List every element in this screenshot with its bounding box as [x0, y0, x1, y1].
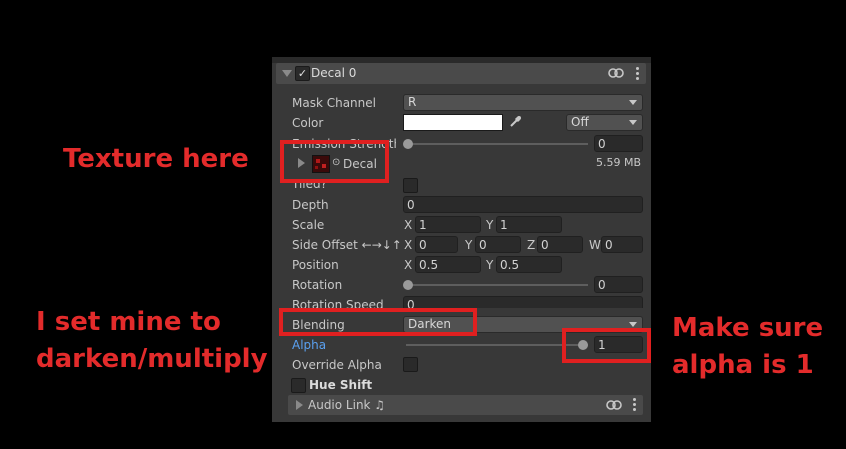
alpha-slider-track[interactable] — [406, 344, 588, 346]
link-icon[interactable] — [606, 400, 622, 410]
alpha-annotation-line1: Make sure — [672, 313, 824, 343]
override-alpha-checkbox[interactable] — [403, 357, 418, 372]
position-x-axis-label: X — [404, 258, 413, 272]
scale-x-field[interactable]: 1 — [415, 216, 481, 233]
hue-shift-label: Hue Shift — [309, 378, 373, 392]
emission-strength-field[interactable]: 0 — [594, 135, 643, 152]
tiled-checkbox[interactable] — [403, 178, 418, 193]
component-title: Decal 0 — [311, 66, 357, 80]
texture-size: 5.59 MB — [596, 156, 642, 169]
color-mode-value: Off — [571, 115, 589, 129]
hue-shift-checkbox[interactable] — [291, 378, 306, 393]
audio-link-foldout-icon[interactable] — [296, 400, 303, 410]
tiled-label: Tiled? — [292, 182, 327, 191]
audio-link-header[interactable]: Audio Link ♫ — [288, 395, 643, 415]
depth-field[interactable]: 0 — [403, 196, 643, 213]
emission-strength-slider-thumb[interactable] — [403, 139, 413, 149]
scale-label: Scale — [292, 218, 325, 232]
blending-annotation-line1: I set mine to — [36, 307, 221, 337]
chevron-down-icon — [629, 100, 637, 105]
audio-link-label: Audio Link ♫ — [308, 398, 386, 412]
eyedropper-icon[interactable] — [508, 115, 522, 129]
rotation-slider-thumb[interactable] — [403, 280, 413, 290]
alpha-label: Alpha — [292, 338, 327, 352]
component-enabled-checkbox[interactable]: ✓ — [295, 66, 310, 81]
side-offset-label: Side Offset ←→↓↑ — [292, 238, 402, 252]
mask-channel-dropdown[interactable]: R — [403, 94, 643, 111]
scale-y-field[interactable]: 1 — [496, 216, 562, 233]
position-y-field[interactable]: 0.5 — [496, 256, 562, 273]
texture-annotation: Texture here — [63, 144, 249, 174]
tiled-label-clip: Tiled? — [292, 182, 352, 192]
mask-channel-label: Mask Channel — [292, 96, 376, 110]
side-offset-z-axis-label: Z — [527, 238, 536, 252]
mask-channel-value: R — [408, 95, 417, 109]
side-offset-x-axis-label: X — [404, 238, 413, 252]
side-offset-w-axis-label: W — [589, 238, 601, 252]
side-offset-w-field[interactable]: 0 — [601, 236, 643, 253]
blending-annotation-line2: darken/multiply — [36, 344, 268, 374]
side-offset-y-field[interactable]: 0 — [475, 236, 521, 253]
component-menu-icon[interactable] — [636, 67, 639, 82]
inspector-panel: ✓ Decal 0 Mask Channel R Color Off Emiss… — [272, 57, 651, 422]
color-swatch[interactable] — [403, 114, 503, 131]
link-icon[interactable] — [608, 68, 624, 78]
color-label: Color — [292, 116, 324, 130]
side-offset-y-axis-label: Y — [465, 238, 473, 252]
color-mode-dropdown[interactable]: Off — [566, 114, 643, 131]
side-offset-x-field[interactable]: 0 — [415, 236, 458, 253]
emission-strength-slider-track[interactable] — [406, 143, 588, 145]
position-label: Position — [292, 258, 339, 272]
rotation-speed-field-clip: 0 — [403, 296, 643, 308]
decal-component-header[interactable]: ✓ Decal 0 — [276, 63, 646, 84]
texture-highlight-box — [280, 140, 389, 183]
foldout-expanded-icon[interactable] — [282, 70, 292, 77]
chevron-down-icon — [629, 120, 637, 125]
chevron-down-icon — [629, 322, 637, 327]
position-x-field[interactable]: 0.5 — [415, 256, 481, 273]
audio-link-menu-icon[interactable] — [633, 398, 636, 413]
override-alpha-label: Override Alpha — [292, 358, 382, 372]
alpha-annotation-line2: alpha is 1 — [672, 350, 814, 380]
blending-highlight-box — [279, 308, 477, 336]
position-y-axis-label: Y — [486, 258, 494, 272]
depth-label: Depth — [292, 198, 329, 212]
rotation-label: Rotation — [292, 278, 343, 292]
rotation-slider-track[interactable] — [406, 284, 588, 286]
rotation-field[interactable]: 0 — [594, 276, 643, 293]
alpha-highlight-box — [562, 328, 651, 363]
scale-y-axis-label: Y — [486, 218, 494, 232]
scale-x-axis-label: X — [404, 218, 413, 232]
rotation-speed-field[interactable]: 0 — [403, 296, 643, 308]
side-offset-z-field[interactable]: 0 — [537, 236, 583, 253]
